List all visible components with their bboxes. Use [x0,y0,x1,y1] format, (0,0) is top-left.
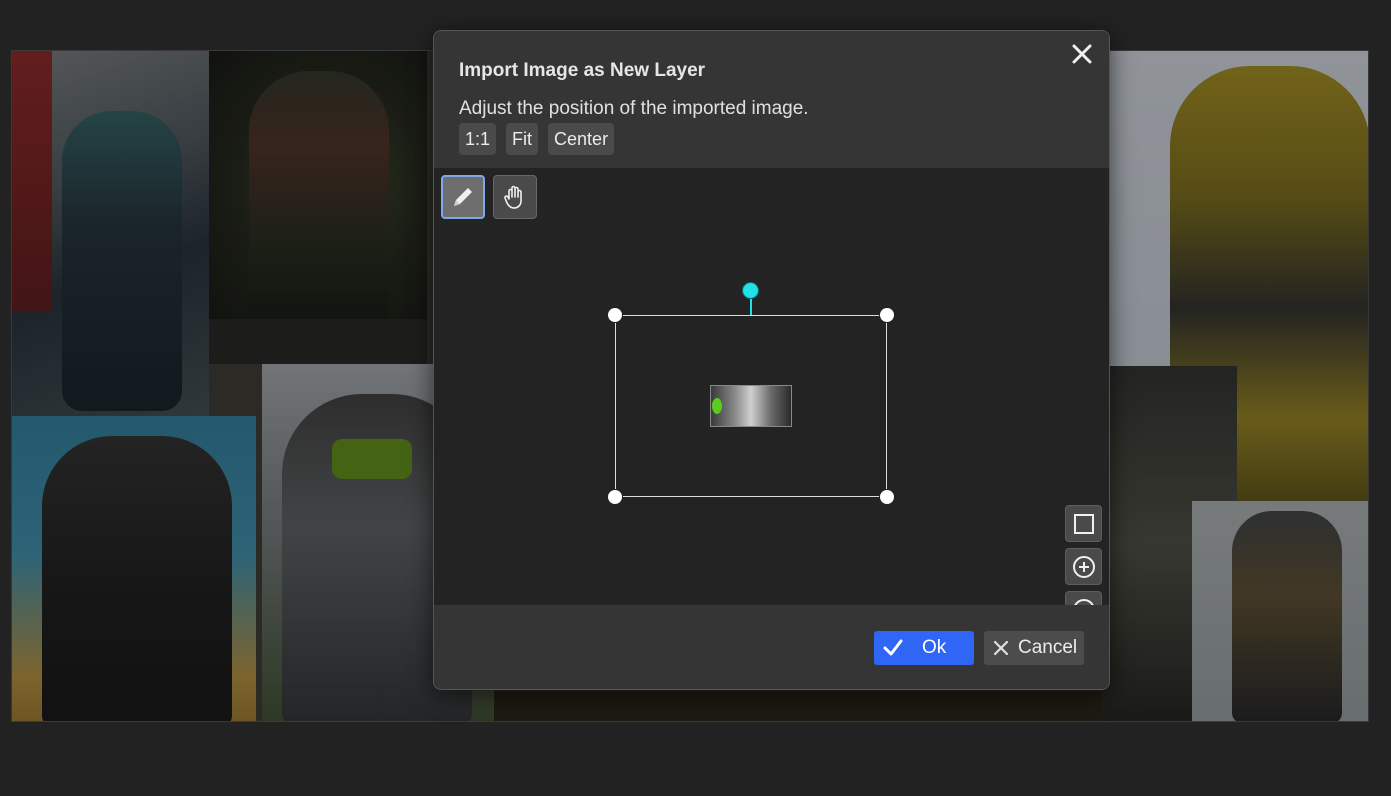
hand-tool-button[interactable] [493,175,537,219]
preview-canvas[interactable] [434,168,1109,628]
square-icon [1073,513,1094,534]
collage-photo [494,691,1102,721]
zoom-in-button[interactable] [1065,548,1102,585]
dialog-description: Adjust the position of the imported imag… [459,98,809,119]
pencil-tool-button[interactable] [441,175,485,219]
app-workspace: Import Image as New Layer Adjust the pos… [0,0,1391,796]
cancel-label: Cancel [1018,637,1078,658]
checkmark-icon [883,639,903,656]
center-button[interactable]: Center [548,123,615,155]
collage-photo [209,51,427,319]
pencil-icon [454,188,472,206]
actual-size-button[interactable] [1065,505,1102,542]
one-to-one-button[interactable]: 1:1 [459,123,497,155]
cancel-button[interactable]: Cancel [984,631,1084,665]
rotation-handle[interactable] [742,282,759,299]
resize-handle-bottom-right[interactable] [879,489,895,505]
imported-image-preview[interactable] [710,385,792,427]
zoom-in-icon [1072,555,1095,578]
close-icon-glyph [1072,44,1092,64]
collage-photo [12,416,256,721]
ok-label: Ok [922,637,947,658]
resize-handle-bottom-left[interactable] [607,489,623,505]
collage-photo [12,51,209,416]
hand-icon [504,185,522,209]
fit-button[interactable]: Fit [506,123,539,155]
close-icon[interactable] [1069,43,1095,69]
ok-button[interactable]: Ok [874,631,974,665]
import-image-dialog: Import Image as New Layer Adjust the pos… [433,30,1110,690]
rotation-stem [750,299,752,316]
collage-photo [1192,501,1368,721]
resize-handle-top-right[interactable] [879,307,895,323]
close-icon [993,640,1009,656]
dialog-header: Import Image as New Layer Adjust the pos… [434,31,1109,168]
dialog-title: Import Image as New Layer [459,60,706,81]
collage-photo [209,319,427,364]
resize-handle-top-left[interactable] [607,307,623,323]
dialog-footer: Ok Cancel [434,605,1109,689]
position-buttons: 1:1 Fit Center [459,123,615,155]
